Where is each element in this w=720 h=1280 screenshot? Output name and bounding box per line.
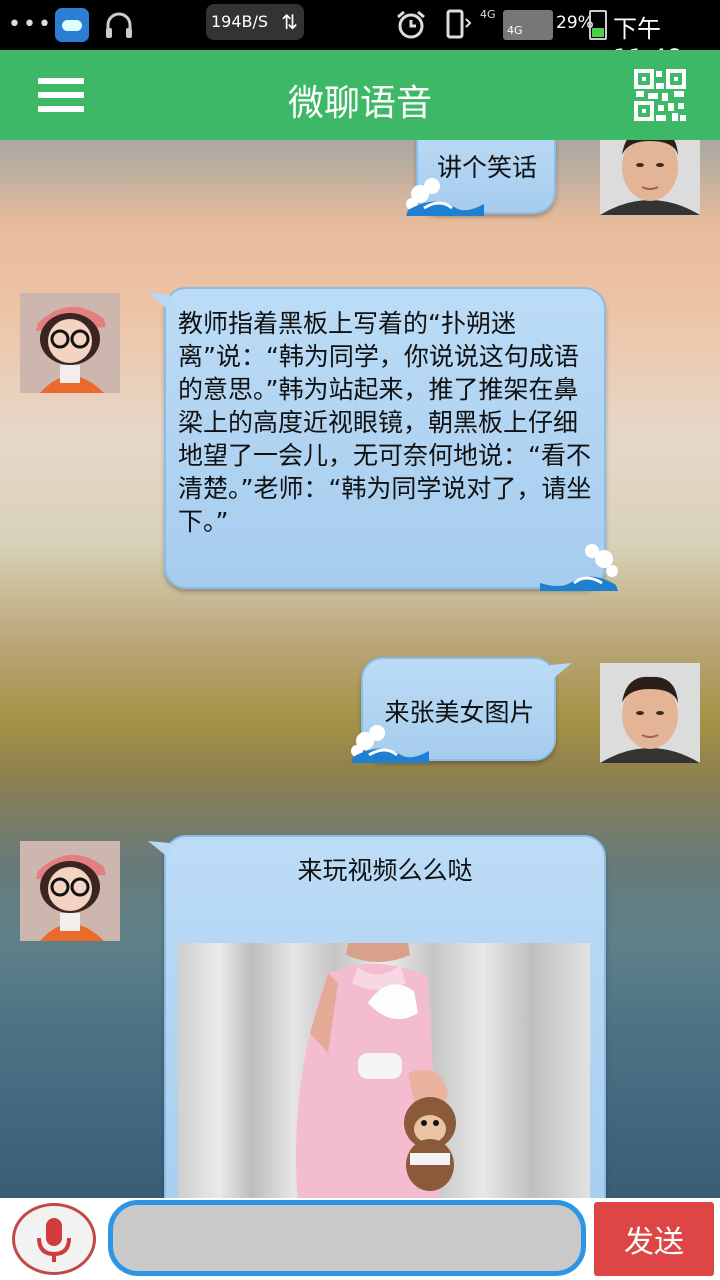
bubble-tail [550,140,555,144]
wave-decoration-icon [406,178,484,216]
qr-code-icon[interactable] [634,69,686,121]
voice-record-button[interactable] [12,1203,96,1275]
bubble-tail [148,293,170,311]
message-bubble-sent[interactable]: 来张美女图片 [351,657,572,763]
message-bubble-received[interactable]: 来玩视频么么哒 [148,835,606,1198]
wave-decoration-icon [540,544,618,591]
network-type-label: 4G [507,24,523,37]
signal-strength-icon: 4G [503,10,553,40]
avatar-user[interactable] [600,663,700,763]
net-speed-text: 194B/S [211,12,269,31]
network-type-small: 4G [480,8,496,21]
net-speed: 194B/S ⇅ [206,4,304,40]
send-button[interactable]: 发送 [594,1202,714,1276]
message-bubble-sent[interactable]: 讲个笑话 [406,140,556,216]
man-avatar-image [600,663,700,763]
message-text: 来玩视频么么哒 [297,856,473,885]
headphone-icon [106,12,132,38]
photo-girl-with-monkey-toy [296,943,456,1198]
status-bar: ••• 194B/S ⇅ 4G 4G 29% 下午11:48 [0,0,720,72]
page-title: 微聊语音 [287,83,432,124]
message-text: 教师指着黑板上写着的“扑朔迷离”说：“韩为同学，你说说这句成语的意思。”韩为站起… [178,309,592,536]
message-input[interactable] [108,1200,586,1276]
cloud-app-icon [55,8,89,42]
bubble-tail [550,663,572,681]
message-bubble-received[interactable]: 教师指着黑板上写着的“扑朔迷离”说：“韩为同学，你说说这句成语的意思。”韩为站起… [148,287,618,591]
app-bar: 微聊语音 [0,50,720,140]
girl-avatar-image [20,841,120,941]
girl-avatar-image [20,293,120,393]
more-notifications-icon: ••• [8,12,53,37]
man-avatar-image [600,140,700,215]
alarm-icon [397,10,425,39]
avatar-user[interactable] [600,140,700,215]
input-bar: 发送 [0,1198,720,1280]
bubble-tail [148,841,170,859]
chat-area[interactable]: 讲个笑话 教师指着黑板上写着的“扑朔迷离”说：“韩为同学，你说说这句成语的意思。… [0,140,720,1198]
data-transfer-icon: ⇅ [281,10,298,34]
battery-icon [589,10,607,40]
avatar-bot[interactable] [20,841,120,941]
vibrate-phone-icon [446,9,472,39]
message-image[interactable] [178,943,590,1198]
wave-decoration-icon [351,725,429,763]
avatar-bot[interactable] [20,293,120,393]
microphone-icon [37,1218,71,1262]
